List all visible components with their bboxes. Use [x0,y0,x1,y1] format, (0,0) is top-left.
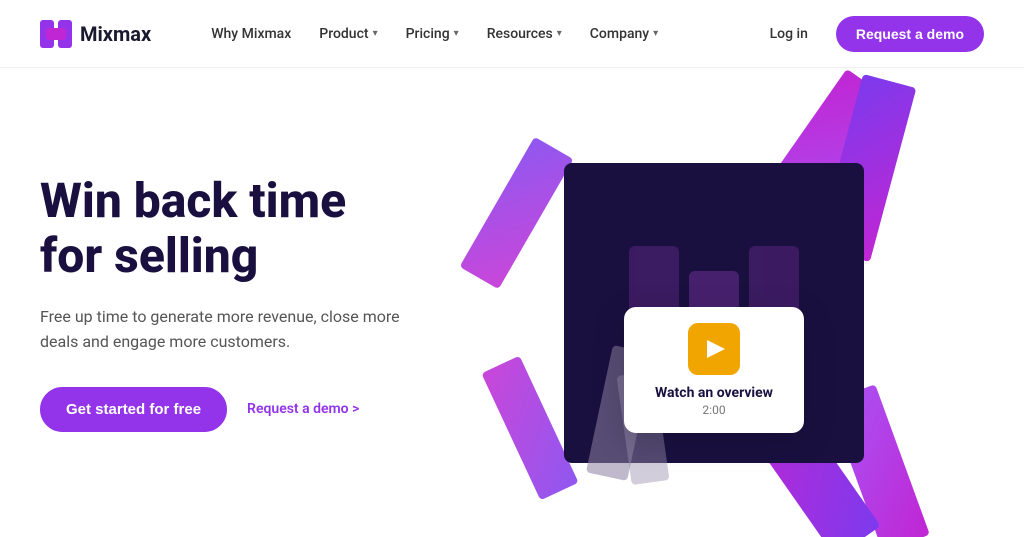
hero-cta: Get started for free Request a demo > [40,387,520,432]
hero-subtitle: Free up time to generate more revenue, c… [40,304,420,355]
video-time: 2:00 [648,403,780,417]
login-button[interactable]: Log in [758,18,820,50]
mixmax-logo-icon [40,20,72,48]
chevron-down-icon: ▾ [557,28,562,39]
hero-title: Win back time for selling [40,173,520,283]
nav-right: Log in Request a demo [758,16,984,52]
hero-visual: Watch an overview 2:00 [504,98,924,528]
request-demo-link[interactable]: Request a demo > [247,401,359,417]
request-demo-button[interactable]: Request a demo [836,16,984,52]
nav-links: Why Mixmax Product ▾ Pricing ▾ Resources… [199,18,757,50]
chevron-down-icon: ▾ [653,28,658,39]
chevron-down-icon: ▾ [454,28,459,39]
video-label: Watch an overview [648,385,780,401]
play-button[interactable] [688,323,740,375]
get-started-button[interactable]: Get started for free [40,387,227,432]
nav-item-company[interactable]: Company ▾ [578,18,670,50]
dark-bg-square: Watch an overview 2:00 [564,163,864,463]
brand-name: Mixmax [80,22,151,46]
nav-item-pricing[interactable]: Pricing ▾ [394,18,471,50]
hero-left: Win back time for selling Free up time t… [40,173,520,432]
hero-right: Watch an overview 2:00 [520,68,984,537]
video-card[interactable]: Watch an overview 2:00 [624,307,804,433]
nav-item-resources[interactable]: Resources ▾ [475,18,574,50]
hero-section: Win back time for selling Free up time t… [0,68,1024,537]
nav-item-why-mixmax[interactable]: Why Mixmax [199,18,303,50]
nav-item-product[interactable]: Product ▾ [307,18,389,50]
play-icon [707,340,725,358]
chevron-down-icon: ▾ [373,28,378,39]
logo[interactable]: Mixmax [40,20,151,48]
